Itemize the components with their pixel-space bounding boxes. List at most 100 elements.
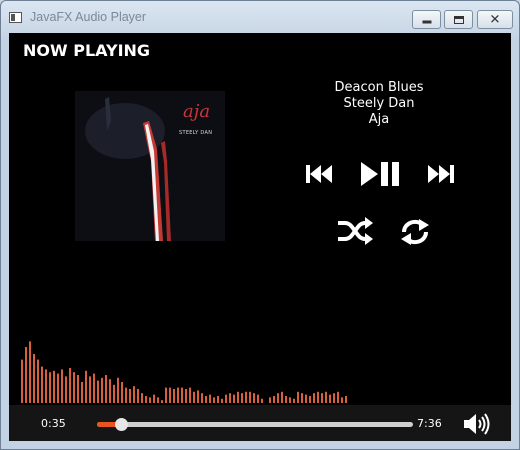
spectrum-bar: [209, 394, 211, 403]
spectrum-bar: [105, 375, 107, 403]
spectrum-bar: [53, 370, 55, 403]
shuffle-icon: [338, 217, 373, 245]
seek-bar-panel: 0:35 7:36: [9, 405, 511, 441]
repeat-icon: [401, 219, 429, 245]
now-playing-label: NOW PLAYING: [23, 41, 151, 60]
total-time: 7:36: [417, 417, 442, 430]
album-logo-text: aja: [183, 101, 211, 122]
spectrum-bar: [193, 391, 195, 403]
play-pause-button[interactable]: [360, 161, 402, 187]
previous-button[interactable]: [305, 163, 333, 185]
spectrum-bar: [61, 369, 63, 403]
next-icon: [428, 165, 454, 183]
spectrum-bar: [41, 366, 43, 403]
app-icon: [9, 12, 22, 23]
album-artist-text: STEELY DAN: [179, 130, 213, 136]
volume-button[interactable]: [463, 413, 491, 439]
shuffle-button[interactable]: [336, 216, 374, 246]
spectrum-bar: [177, 387, 179, 403]
spectrum-bar: [97, 380, 99, 403]
title-bar[interactable]: JavaFX Audio Player ✕: [1, 1, 519, 33]
spectrum-bar: [129, 389, 131, 403]
spectrum-bar: [345, 396, 347, 403]
close-icon: ✕: [489, 12, 501, 27]
spectrum-bar: [249, 391, 251, 403]
spectrum-bar: [57, 373, 59, 403]
spectrum-bar: [81, 382, 83, 403]
spectrum-bar: [205, 396, 207, 403]
spectrum-bar: [85, 370, 87, 403]
spectrum-bar: [217, 396, 219, 403]
spectrum-bar: [137, 389, 139, 403]
spectrum-bar: [161, 400, 163, 403]
track-album: Aja: [368, 112, 390, 127]
spectrum-bar: [29, 341, 31, 403]
spectrum-bar: [165, 387, 167, 403]
spectrum-bar: [309, 396, 311, 403]
spectrum-bar: [153, 394, 155, 403]
maximize-button[interactable]: [444, 10, 473, 29]
close-button[interactable]: ✕: [477, 10, 513, 29]
spectrum-bar: [237, 391, 239, 403]
spectrum-bar: [113, 384, 115, 403]
spectrum-bar: [313, 393, 315, 403]
spectrum-bar: [33, 354, 35, 403]
repeat-button[interactable]: [398, 217, 432, 247]
spectrum-bar: [37, 359, 39, 403]
spectrum-bar: [65, 376, 67, 403]
spectrum-bar: [93, 373, 95, 403]
spectrum-bar: [197, 390, 199, 403]
spectrum-bar: [341, 397, 343, 403]
spectrum-bar: [181, 387, 183, 403]
spectrum-bar: [277, 393, 279, 403]
spectrum-bar: [149, 397, 151, 403]
audio-spectrum: [21, 341, 347, 403]
minimize-button[interactable]: [412, 10, 441, 29]
next-button[interactable]: [427, 163, 455, 185]
spectrum-bar: [101, 377, 103, 403]
spectrum-bar: [297, 391, 299, 403]
spectrum-bar: [89, 376, 91, 403]
spectrum-bar: [173, 389, 175, 403]
spectrum-bar: [321, 393, 323, 403]
spectrum-bar: [157, 397, 159, 403]
spectrum-bar: [121, 382, 123, 403]
spectrum-bar: [273, 396, 275, 403]
spectrum-bar: [289, 397, 291, 403]
minimize-icon: [422, 20, 431, 23]
spectrum-bar: [293, 398, 295, 403]
previous-icon: [306, 165, 332, 183]
spectrum-bar: [141, 393, 143, 403]
spectrum-bar: [229, 393, 231, 403]
spectrum-bar: [77, 375, 79, 403]
spectrum-bar: [257, 394, 259, 403]
spectrum-bar: [241, 393, 243, 403]
spectrum-bar: [45, 369, 47, 403]
spectrum-bar: [329, 394, 331, 403]
spectrum-bar: [169, 387, 171, 403]
spectrum-bar: [125, 387, 127, 403]
current-time: 0:35: [41, 417, 66, 430]
album-art: aja STEELY DAN: [75, 91, 225, 241]
spectrum-bar: [337, 391, 339, 403]
window-title: JavaFX Audio Player: [30, 10, 147, 24]
spectrum-bar: [201, 393, 203, 403]
spectrum-bar: [333, 393, 335, 403]
spectrum-bar: [253, 393, 255, 403]
spectrum-bar: [281, 391, 283, 403]
seek-slider[interactable]: [97, 418, 413, 431]
spectrum-bar: [145, 396, 147, 403]
spectrum-bar: [213, 397, 215, 403]
spectrum-bar: [225, 394, 227, 403]
spectrum-bar: [73, 372, 75, 403]
spectrum-bar: [21, 359, 23, 403]
spectrum-bar: [117, 377, 119, 403]
spectrum-bar: [109, 379, 111, 403]
spectrum-bar: [133, 386, 135, 403]
spectrum-bar: [245, 391, 247, 403]
spectrum-bar: [285, 396, 287, 403]
spectrum-bar: [317, 391, 319, 403]
spectrum-bar: [325, 391, 327, 403]
seek-thumb[interactable]: [115, 418, 129, 431]
player-panel: NOW PLAYING aja STEELY DAN Deacon Blues …: [9, 33, 511, 441]
